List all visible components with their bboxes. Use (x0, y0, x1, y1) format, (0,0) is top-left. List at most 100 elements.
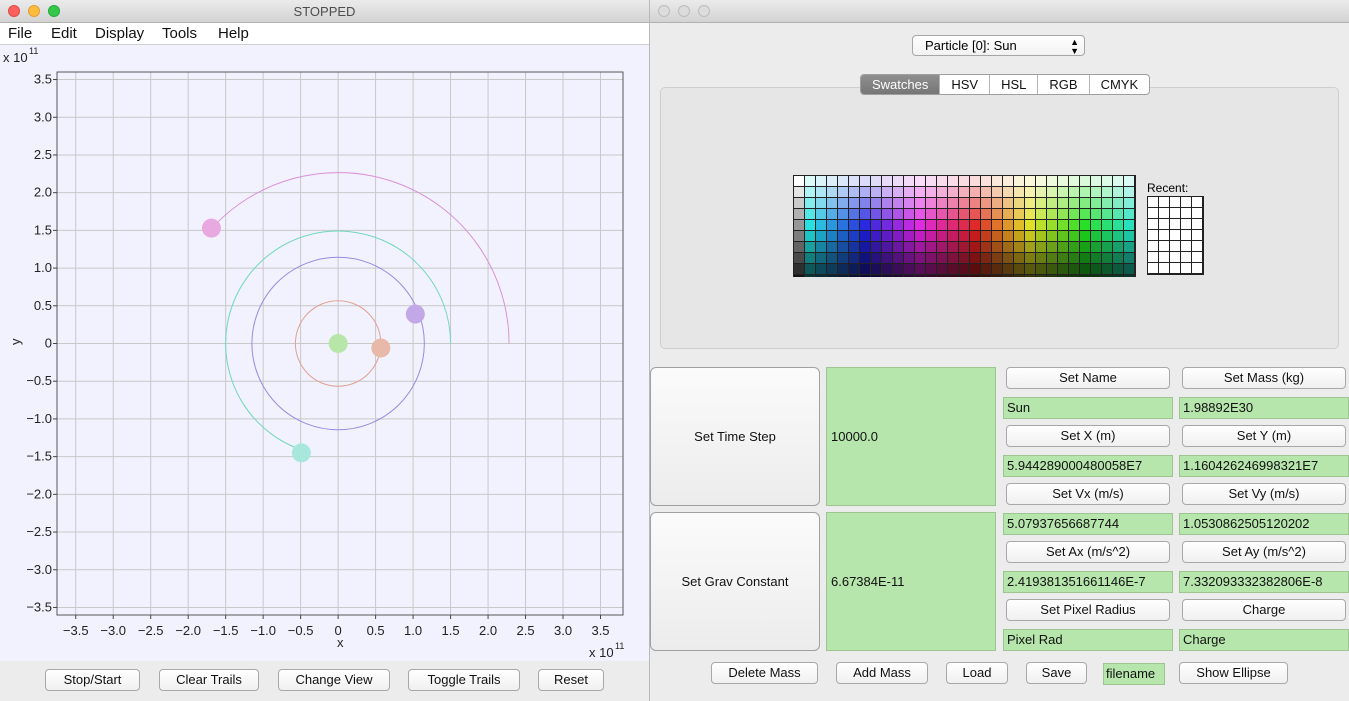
color-swatch[interactable] (904, 198, 914, 208)
color-swatch[interactable] (937, 198, 947, 208)
color-swatch[interactable] (882, 198, 892, 208)
color-swatch[interactable] (1047, 231, 1057, 241)
color-swatch[interactable] (1124, 231, 1134, 241)
color-swatch[interactable] (1025, 187, 1035, 197)
color-swatch[interactable] (1113, 231, 1123, 241)
color-swatch[interactable] (816, 253, 826, 263)
color-swatch[interactable] (1003, 209, 1013, 219)
menu-display[interactable]: Display (95, 23, 144, 45)
color-swatch[interactable] (805, 253, 815, 263)
color-swatch[interactable] (882, 187, 892, 197)
color-swatch[interactable] (948, 242, 958, 252)
color-swatch[interactable] (1080, 231, 1090, 241)
color-swatch[interactable] (948, 198, 958, 208)
color-swatch[interactable] (882, 231, 892, 241)
color-swatch[interactable] (838, 275, 848, 277)
color-swatch[interactable] (838, 176, 848, 186)
color-swatch[interactable] (827, 198, 837, 208)
color-swatch[interactable] (1047, 253, 1057, 263)
color-swatch[interactable] (1047, 220, 1057, 230)
color-swatch[interactable] (1102, 231, 1112, 241)
color-swatch[interactable] (805, 187, 815, 197)
set-y-button[interactable]: Set Y (m) (1182, 425, 1346, 447)
color-swatch[interactable] (849, 209, 859, 219)
color-swatch[interactable] (1036, 176, 1046, 186)
color-swatch[interactable] (816, 242, 826, 252)
color-swatch[interactable] (838, 220, 848, 230)
color-swatch[interactable] (893, 275, 903, 277)
recent-swatch[interactable] (1192, 230, 1202, 240)
recent-swatch[interactable] (1192, 252, 1202, 262)
color-swatch[interactable] (1091, 209, 1101, 219)
color-swatch[interactable] (981, 198, 991, 208)
color-swatch[interactable] (1036, 198, 1046, 208)
color-swatch[interactable] (838, 231, 848, 241)
particle-select[interactable]: Particle [0]: Sun ▲ ▼ (912, 35, 1085, 56)
color-swatch[interactable] (1025, 209, 1035, 219)
vy-field[interactable]: 1.0530862505120202 (1179, 513, 1349, 535)
color-swatch[interactable] (1091, 220, 1101, 230)
color-swatch[interactable] (1069, 176, 1079, 186)
color-swatch[interactable] (926, 253, 936, 263)
color-swatch[interactable] (1124, 209, 1134, 219)
color-swatch[interactable] (871, 242, 881, 252)
recent-swatch[interactable] (1159, 230, 1169, 240)
color-swatch[interactable] (827, 253, 837, 263)
color-swatch[interactable] (1091, 187, 1101, 197)
color-swatch[interactable] (937, 242, 947, 252)
color-swatch[interactable] (1014, 209, 1024, 219)
color-swatch[interactable] (882, 275, 892, 277)
recent-swatch[interactable] (1192, 219, 1202, 229)
color-swatch[interactable] (937, 209, 947, 219)
color-swatch[interactable] (849, 264, 859, 274)
color-swatch[interactable] (1003, 275, 1013, 277)
color-swatch[interactable] (1003, 220, 1013, 230)
color-swatch[interactable] (992, 187, 1002, 197)
color-swatch[interactable] (1113, 253, 1123, 263)
color-swatch[interactable] (970, 187, 980, 197)
color-swatch[interactable] (1025, 231, 1035, 241)
ay-field[interactable]: 7.332093332382806E-8 (1179, 571, 1349, 593)
color-swatch[interactable] (838, 242, 848, 252)
color-swatch[interactable] (1036, 209, 1046, 219)
show-ellipse-button[interactable]: Show Ellipse (1179, 662, 1288, 684)
set-grav-constant-button[interactable]: Set Grav Constant (650, 512, 820, 651)
color-swatch[interactable] (948, 253, 958, 263)
color-swatch[interactable] (904, 231, 914, 241)
recent-swatch[interactable] (1181, 252, 1191, 262)
color-swatch[interactable] (1025, 264, 1035, 274)
minimize-icon[interactable] (678, 5, 690, 17)
close-icon[interactable] (658, 5, 670, 17)
tab-hsl[interactable]: HSL (990, 75, 1039, 94)
color-swatch[interactable] (948, 264, 958, 274)
color-swatch[interactable] (959, 242, 969, 252)
recent-swatch[interactable] (1181, 197, 1191, 207)
color-swatch[interactable] (794, 176, 804, 186)
color-swatch[interactable] (959, 275, 969, 277)
color-swatch[interactable] (915, 231, 925, 241)
color-swatch[interactable] (937, 231, 947, 241)
recent-swatch[interactable] (1181, 219, 1191, 229)
color-swatch[interactable] (882, 176, 892, 186)
set-x-button[interactable]: Set X (m) (1006, 425, 1170, 447)
color-swatch[interactable] (981, 187, 991, 197)
color-swatch[interactable] (1014, 264, 1024, 274)
color-swatch[interactable] (926, 198, 936, 208)
color-swatch[interactable] (827, 231, 837, 241)
color-swatch[interactable] (1025, 253, 1035, 263)
color-swatch[interactable] (882, 220, 892, 230)
color-swatch[interactable] (1102, 264, 1112, 274)
color-swatch[interactable] (981, 264, 991, 274)
color-swatch[interactable] (849, 198, 859, 208)
set-ax-button[interactable]: Set Ax (m/s^2) (1006, 541, 1170, 563)
recent-swatch[interactable] (1148, 241, 1158, 251)
color-swatch[interactable] (1113, 220, 1123, 230)
recent-swatch[interactable] (1159, 208, 1169, 218)
color-swatch[interactable] (1036, 220, 1046, 230)
recent-swatch[interactable] (1170, 197, 1180, 207)
set-ay-button[interactable]: Set Ay (m/s^2) (1182, 541, 1346, 563)
clear-trails-button[interactable]: Clear Trails (159, 669, 259, 691)
color-swatch[interactable] (1069, 231, 1079, 241)
color-swatch[interactable] (1102, 242, 1112, 252)
plot-area[interactable]: −3.5 −3.0 −2.5 −2.0 −1.5 −1.0 −0.5 0 0.5 1.0 1.5 2.… (0, 45, 649, 661)
